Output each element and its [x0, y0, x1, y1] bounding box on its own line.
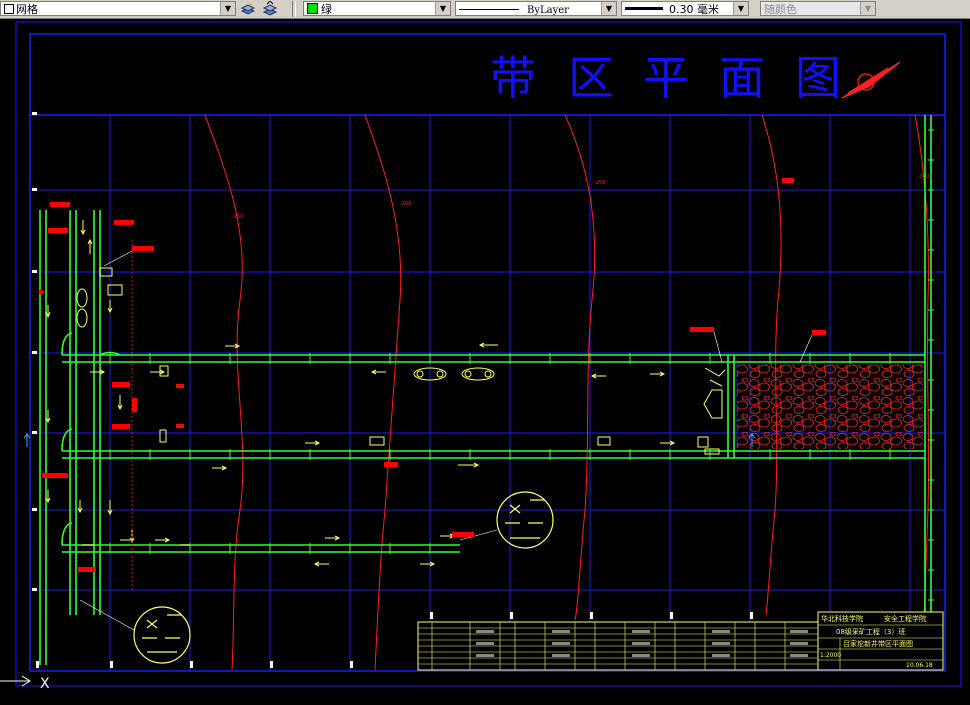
- ucs-icon: X: [0, 675, 50, 690]
- contour-label: -250: [594, 180, 605, 186]
- date-value: 10.06.18: [906, 662, 933, 669]
- lineweight-dropdown[interactable]: 0.30 毫米 ▼: [621, 1, 749, 16]
- chevron-down-icon: ▼: [860, 2, 875, 15]
- layer-name: 网格: [16, 3, 38, 16]
- layer-dropdown[interactable]: 网格 ▼: [0, 1, 236, 16]
- department-name: 安全工程学院: [884, 614, 926, 623]
- lineweight-sample: [625, 7, 663, 10]
- drawing-canvas[interactable]: 带 区 平 面 图 -150 -200 -250 -300 华北科技学院 安全工…: [0, 18, 970, 690]
- title-char: 面: [719, 51, 765, 105]
- north-arrow-icon: [841, 61, 901, 99]
- color-dropdown[interactable]: 绿 ▼: [303, 1, 451, 16]
- chevron-down-icon[interactable]: ▼: [733, 2, 748, 15]
- chevron-down-icon[interactable]: ▼: [220, 2, 235, 15]
- drawing-name: 吕家坨新井带区平面图: [843, 639, 913, 648]
- properties-toolbar: 网格 ▼ 绿 ▼ ByLayer ▼ 0.30 毫米 ▼ 随颜色 ▼: [0, 0, 970, 19]
- title-block: 华北科技学院 安全工程学院 08级采矿工程（3）班 吕家坨新井带区平面图 1:2…: [417, 611, 944, 671]
- equipment-symbols: [76, 267, 726, 455]
- color-name: 绿: [321, 3, 332, 16]
- contour-label-group: -150 -200 -250 -300: [232, 174, 929, 220]
- title-char: 平: [643, 51, 689, 105]
- chevron-down-icon[interactable]: ▼: [601, 2, 616, 15]
- plotstyle-name: 随颜色: [764, 3, 797, 16]
- title-char: 图: [795, 51, 841, 105]
- layer-visibility-icon: [4, 4, 14, 14]
- leader-lines: [103, 250, 813, 363]
- school-name: 华北科技学院: [821, 614, 863, 623]
- title-char: 带: [490, 51, 536, 105]
- layer-previous-icon[interactable]: [262, 1, 278, 17]
- make-object-layer-current-icon[interactable]: [240, 1, 256, 17]
- drawing-title: 带 区 平 面 图: [490, 51, 841, 105]
- lineweight-value: 0.30 毫米: [669, 3, 719, 16]
- linetype-name: ByLayer: [527, 5, 569, 16]
- scale-value: 1:2000: [820, 652, 841, 659]
- toolbar-separator: [292, 1, 296, 17]
- plotstyle-dropdown: 随颜色 ▼: [760, 1, 876, 16]
- chevron-down-icon[interactable]: ▼: [435, 2, 450, 15]
- linetype-dropdown[interactable]: ByLayer ▼: [455, 1, 617, 16]
- ucs-x-label: X: [40, 676, 50, 690]
- annotation-labels: [38, 178, 826, 572]
- outer-frame: [15, 21, 962, 687]
- contour-label: -200: [400, 201, 411, 207]
- contour-label: -300: [918, 174, 929, 180]
- title-char: 区: [568, 51, 614, 105]
- goaf-area: [737, 364, 923, 449]
- contour-label: -150: [232, 214, 243, 220]
- grid-ticks: [32, 112, 753, 668]
- color-swatch-icon: [307, 3, 318, 14]
- command-line[interactable]: [0, 690, 970, 705]
- linetype-sample: [459, 9, 519, 10]
- class-name: 08级采矿工程（3）班: [836, 627, 905, 636]
